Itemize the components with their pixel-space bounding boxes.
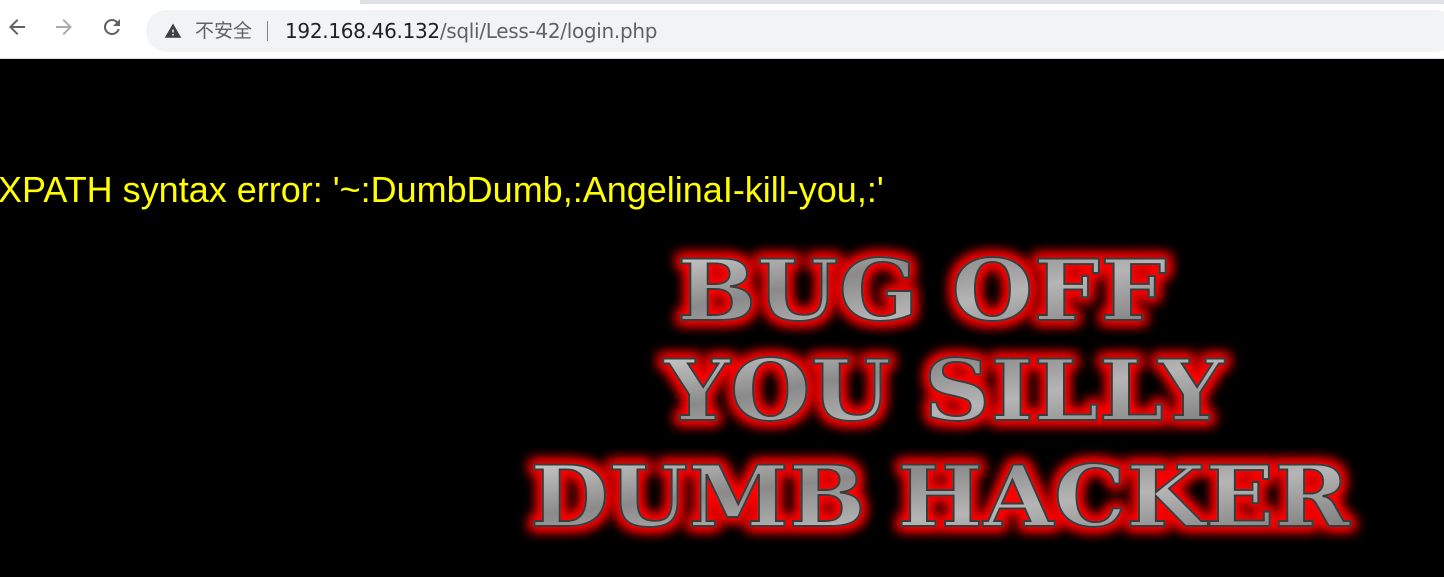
banner-line-2: YOU SILLY xyxy=(663,341,1225,440)
url-path[interactable]: /sqli/Less-42/login.php xyxy=(440,19,658,43)
back-button[interactable] xyxy=(0,12,34,46)
browser-toolbar: 不安全 192.168.46.132/sqli/Less-42/login.ph… xyxy=(0,0,1444,59)
banner-line-3: DUMB HACKER xyxy=(530,447,1351,546)
url-host[interactable]: 192.168.46.132 xyxy=(285,19,440,43)
security-label[interactable]: 不安全 xyxy=(195,20,252,42)
warning-triangle-icon[interactable] xyxy=(164,22,182,40)
forward-arrow-icon xyxy=(52,15,76,44)
reload-icon xyxy=(100,15,124,44)
url-text[interactable]: 192.168.46.132/sqli/Less-42/login.php xyxy=(285,20,657,42)
back-arrow-icon xyxy=(5,15,29,44)
xpath-error-message: XPATH syntax error: '~:DumbDumb,:Angelin… xyxy=(0,169,884,210)
banner-line-1: BUG OFF xyxy=(677,241,1167,340)
forward-button[interactable] xyxy=(47,12,81,46)
bug-off-banner-image: BUG OFF YOU SILLY DUMB HACKER xyxy=(500,238,1380,548)
tab-strip-edge xyxy=(360,0,1444,4)
address-separator xyxy=(267,21,268,41)
reload-button[interactable] xyxy=(95,12,129,46)
address-bar[interactable]: 不安全 192.168.46.132/sqli/Less-42/login.ph… xyxy=(146,10,1444,52)
